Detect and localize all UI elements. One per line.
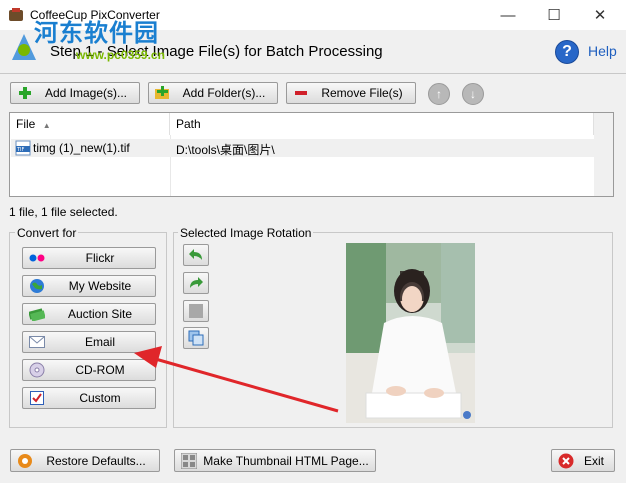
move-down-button[interactable]: ↓ <box>462 83 484 105</box>
add-folder-button[interactable]: Add Folder(s)... <box>148 82 278 104</box>
thumbnail-grid-icon <box>181 452 197 469</box>
add-images-button[interactable]: Add Image(s)... <box>10 82 140 104</box>
globe-icon <box>29 278 45 294</box>
status-text: 1 file, 1 file selected. <box>9 205 118 219</box>
add-images-label: Add Image(s)... <box>44 86 128 100</box>
watermark-url: www.pc0359.cn <box>76 48 165 62</box>
rotate-right-icon <box>190 277 203 288</box>
app-icon <box>8 7 24 23</box>
column-path-label: Path <box>176 117 201 131</box>
plus-icon <box>17 85 33 101</box>
tif-file-icon: TIF <box>15 140 31 156</box>
maximize-button[interactable]: ☐ <box>532 0 576 30</box>
convert-for-label: Convert for <box>15 226 79 240</box>
restore-defaults-button[interactable]: Restore Defaults... <box>10 449 160 472</box>
remove-files-button[interactable]: Remove File(s) <box>286 82 416 104</box>
flickr-label: Flickr <box>85 251 115 265</box>
table-row[interactable]: TIF timg (1)_new(1).tif D:\tools\桌面\图片\ <box>11 139 595 157</box>
exit-button[interactable]: Exit <box>551 449 615 472</box>
sort-ascending-icon: ▲ <box>42 121 51 130</box>
exit-icon <box>558 453 574 469</box>
my-website-label: My Website <box>68 279 132 293</box>
header-divider <box>0 73 626 74</box>
row-file-name: timg (1)_new(1).tif <box>33 141 130 155</box>
svg-text:TIF: TIF <box>16 147 25 153</box>
disc-icon <box>29 362 45 378</box>
row-file-path: D:\tools\桌面\图片\ <box>176 143 275 157</box>
make-thumbnail-label: Make Thumbnail HTML Page... <box>203 453 369 468</box>
add-folder-label: Add Folder(s)... <box>182 86 266 100</box>
rotation-label: Selected Image Rotation <box>178 226 314 240</box>
rotate-right-button[interactable] <box>183 272 209 294</box>
rotate-left-icon <box>189 249 202 260</box>
column-header-path[interactable]: Path <box>170 113 594 135</box>
flickr-button[interactable]: Flickr <box>22 247 156 269</box>
close-button[interactable]: ✕ <box>578 0 622 30</box>
exit-label: Exit <box>583 453 604 468</box>
money-icon <box>29 306 45 322</box>
restore-icon <box>17 453 33 469</box>
minimize-button[interactable]: — <box>486 0 530 30</box>
column-file-label: File <box>16 117 36 131</box>
make-thumbnail-button[interactable]: Make Thumbnail HTML Page... <box>174 449 376 472</box>
help-icon[interactable]: ? <box>555 40 579 64</box>
minus-icon <box>293 85 309 101</box>
vertical-scrollbar[interactable] <box>594 113 613 196</box>
envelope-icon <box>29 334 45 350</box>
my-website-button[interactable]: My Website <box>22 275 156 297</box>
rotate-left-button[interactable] <box>183 244 209 266</box>
remove-files-label: Remove File(s) <box>321 86 403 100</box>
help-link[interactable]: Help <box>588 43 617 59</box>
folder-add-icon <box>155 85 171 101</box>
checklist-icon <box>29 390 45 406</box>
image-preview <box>346 243 475 423</box>
column-header-file[interactable]: File ▲ <box>10 113 170 135</box>
annotation-arrow <box>128 298 343 418</box>
flickr-icon <box>29 250 45 266</box>
file-list[interactable]: File ▲ Path TIF timg (1)_new(1).tif D:\t… <box>9 112 614 197</box>
move-up-button[interactable]: ↑ <box>428 83 450 105</box>
restore-defaults-label: Restore Defaults... <box>46 453 146 468</box>
